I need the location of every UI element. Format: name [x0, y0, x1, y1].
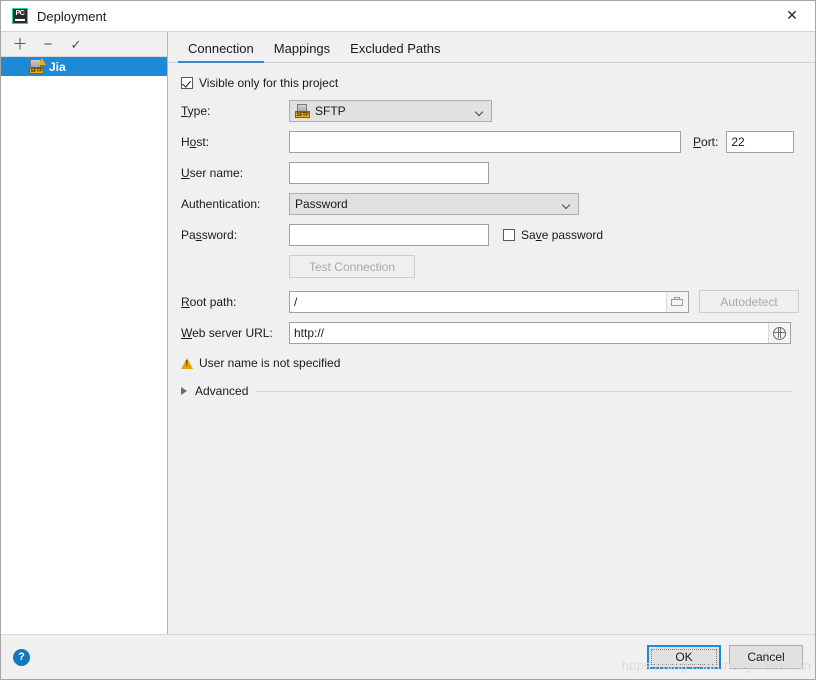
connection-form: Visible only for this project Type: SFTP… — [168, 63, 815, 634]
advanced-label: Advanced — [195, 384, 249, 398]
sftp-icon-label: SFTP — [29, 67, 44, 74]
web-server-url-label: Web server URL: — [181, 326, 273, 340]
title-bar: PC Deployment ✕ — [1, 1, 815, 31]
validation-warning: User name is not specified — [168, 356, 815, 370]
type-combo[interactable]: SFTP SFTP — [289, 100, 492, 122]
password-row: Password: Save password — [168, 224, 815, 246]
cancel-button[interactable]: Cancel — [729, 645, 803, 669]
server-list-item-jia[interactable]: SFTP Jia — [1, 57, 167, 76]
visible-only-label: Visible only for this project — [199, 76, 339, 90]
password-input[interactable] — [289, 224, 489, 246]
root-path-row: Root path: Autodetect — [168, 290, 815, 313]
port-input[interactable] — [726, 131, 795, 153]
tab-bar: Connection Mappings Excluded Paths — [168, 32, 815, 63]
server-tree[interactable]: SFTP Jia — [1, 57, 167, 634]
type-label: Type: — [181, 104, 211, 118]
web-server-url-row: Web server URL: — [168, 322, 815, 344]
authentication-combo-value: Password — [295, 197, 348, 211]
globe-icon — [773, 326, 786, 340]
sftp-icon: SFTP — [295, 104, 310, 118]
authentication-combo[interactable]: Password — [289, 193, 579, 215]
root-path-field — [289, 290, 689, 313]
server-list-toolbar: ＋ − ✓ — [1, 32, 167, 57]
open-in-browser-button[interactable] — [768, 323, 790, 343]
browse-root-path-button[interactable] — [666, 291, 688, 312]
dialog-body: ＋ − ✓ SFTP Jia Connection Mappings Exclu… — [1, 31, 815, 634]
web-server-url-input[interactable] — [289, 322, 791, 344]
ok-button[interactable]: OK — [647, 645, 721, 669]
warning-triangle-icon — [181, 357, 193, 369]
deployment-dialog: PC Deployment ✕ ＋ − ✓ SFTP Jia Connectio… — [0, 0, 816, 680]
type-row: Type: SFTP SFTP — [168, 100, 815, 122]
remove-server-icon[interactable]: − — [37, 34, 59, 54]
add-server-icon[interactable]: ＋ — [9, 34, 31, 54]
close-icon[interactable]: ✕ — [769, 1, 815, 30]
host-input[interactable] — [289, 131, 681, 153]
password-label: Password: — [181, 228, 238, 242]
advanced-section-header[interactable]: Advanced — [168, 384, 815, 398]
visible-only-row[interactable]: Visible only for this project — [168, 76, 815, 90]
validation-warning-text: User name is not specified — [199, 356, 341, 370]
host-row: Host: Port: — [168, 131, 815, 153]
focus-ring — [651, 649, 717, 665]
authentication-label: Authentication: — [181, 197, 261, 211]
authentication-row: Authentication: Password — [168, 193, 815, 215]
user-name-label: User name: — [181, 166, 244, 180]
advanced-separator — [256, 390, 793, 392]
sftp-warning-icon: SFTP — [29, 58, 46, 74]
host-label: Host: — [181, 135, 210, 149]
chevron-down-icon — [563, 202, 570, 206]
tab-connection[interactable]: Connection — [178, 41, 264, 63]
user-name-input[interactable] — [289, 162, 489, 184]
window-title: Deployment — [37, 8, 107, 24]
type-combo-value: SFTP — [315, 104, 346, 118]
sftp-icon-label: SFTP — [295, 111, 310, 118]
folder-icon — [671, 296, 684, 307]
root-path-input[interactable] — [289, 290, 689, 313]
pycharm-icon: PC — [12, 8, 28, 24]
help-icon[interactable]: ? — [13, 648, 30, 666]
save-password-label: Save password — [521, 228, 604, 242]
autodetect-button[interactable]: Autodetect — [699, 290, 799, 313]
tab-mappings[interactable]: Mappings — [264, 41, 340, 62]
pycharm-icon-bar — [15, 19, 25, 21]
test-connection-row: Test Connection — [168, 255, 815, 278]
server-list-panel: ＋ − ✓ SFTP Jia — [1, 32, 168, 634]
pycharm-icon-text: PC — [15, 10, 25, 17]
tab-excluded-paths[interactable]: Excluded Paths — [340, 41, 450, 62]
user-name-row: User name: — [168, 162, 815, 184]
chevron-down-icon — [476, 109, 483, 113]
web-server-url-field — [289, 322, 791, 344]
visible-only-checkbox[interactable] — [181, 77, 193, 89]
chevron-right-icon — [181, 387, 187, 395]
save-password-checkbox[interactable] — [503, 229, 515, 241]
server-list-item-label: Jia — [49, 59, 66, 74]
connection-pane: Connection Mappings Excluded Paths Visib… — [168, 32, 815, 634]
warning-badge-icon — [38, 58, 46, 65]
dialog-footer: ? OK Cancel https://blog.csdn.net/yinzhe… — [1, 634, 815, 679]
root-path-label: Root path: — [181, 294, 237, 309]
port-label: Port: — [693, 135, 719, 149]
set-default-server-icon[interactable]: ✓ — [65, 34, 87, 54]
save-password-row[interactable]: Save password — [503, 228, 603, 242]
test-connection-button[interactable]: Test Connection — [289, 255, 415, 278]
